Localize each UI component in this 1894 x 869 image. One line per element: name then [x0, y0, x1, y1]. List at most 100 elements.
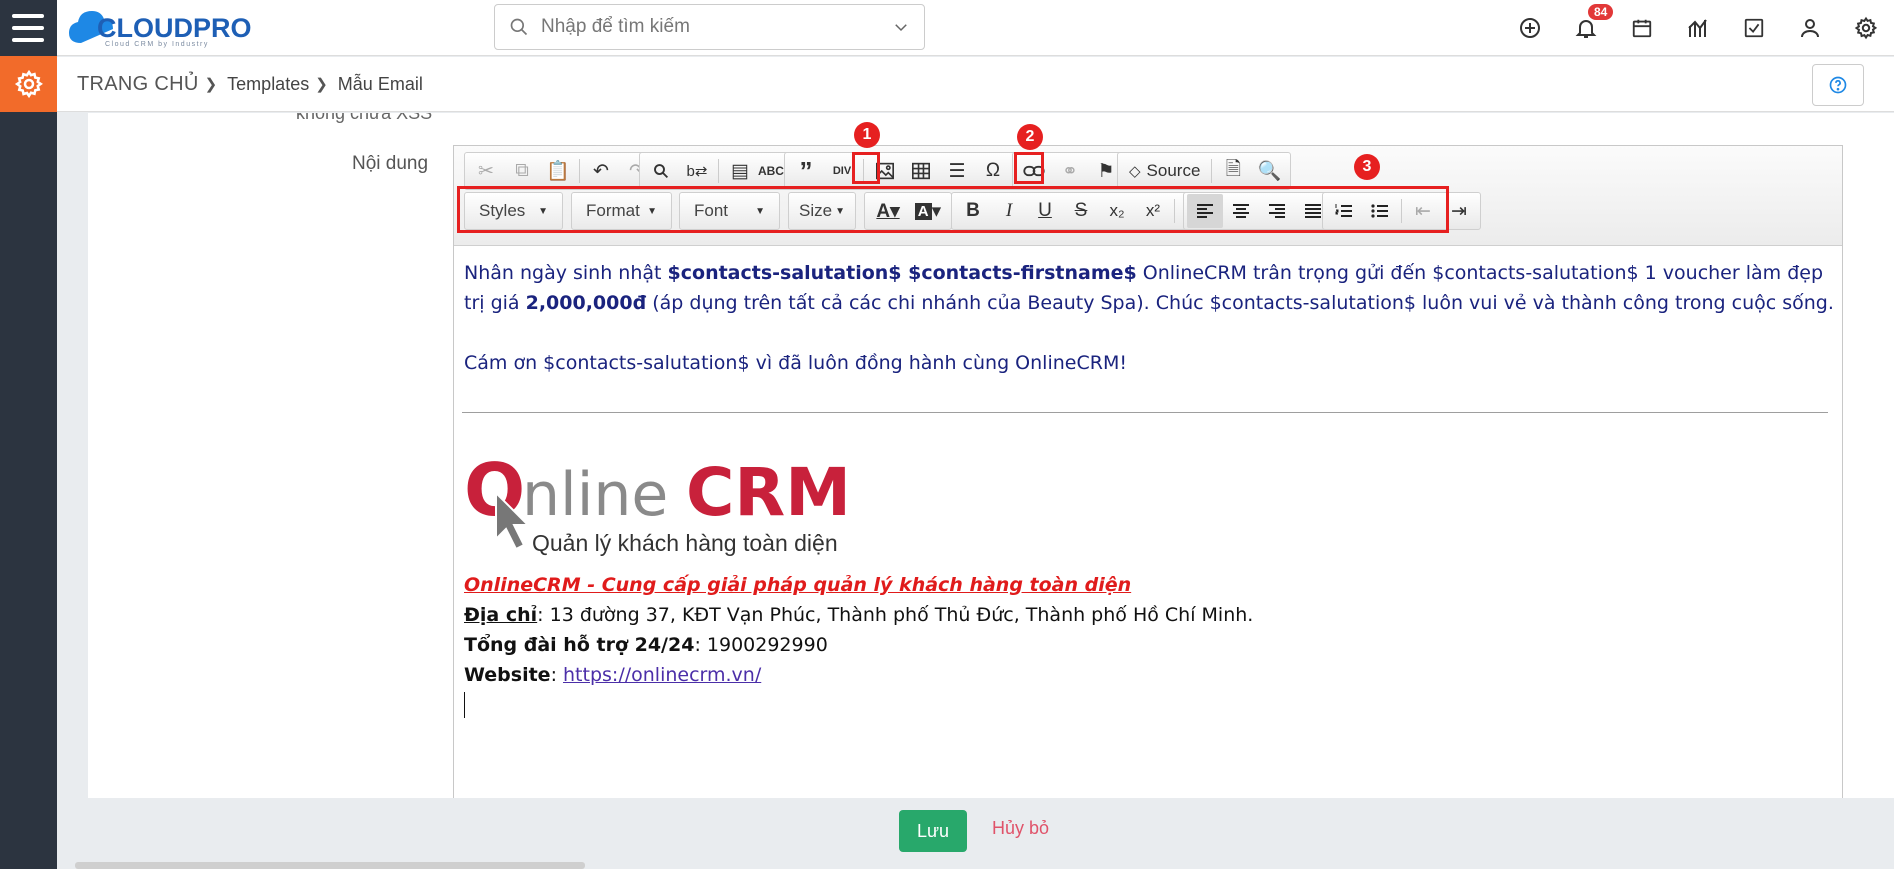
hotline-label: Tổng đài hỗ trợ 24/24: [464, 634, 695, 656]
magnifier-icon: [654, 164, 669, 179]
editor-content[interactable]: Nhân ngày sinh nhật $contacts-salutation…: [462, 258, 1834, 718]
toolbar-separator: [579, 159, 580, 183]
find-group: b⇄ ▤ ABC✓: [639, 152, 798, 190]
save-button[interactable]: Lưu: [899, 810, 967, 852]
settings-button[interactable]: [1838, 0, 1894, 56]
breadcrumb: TRANG CHỦ ❯ Templates ❯ Mẫu Email: [57, 57, 1894, 112]
source-button[interactable]: ◇ Source: [1121, 154, 1208, 188]
breadcrumb-templates[interactable]: Templates: [227, 74, 309, 95]
text-run: Nhân ngày sinh nhật: [464, 262, 668, 284]
source-icon: ◇: [1129, 163, 1141, 180]
replace-button[interactable]: b⇄: [679, 154, 715, 188]
notification-badge: 84: [1588, 4, 1614, 20]
brand-tagline: Quản lý khách hàng toàn diện: [532, 530, 838, 556]
editor-toolbar: ✂ ⧉ 📋 ↶ ↷ b⇄ ▤ ABC✓ ” DIV ☰ Ω ⚭ ⚑ ◇ Sour…: [454, 122, 1842, 246]
chevron-down-icon[interactable]: [892, 18, 910, 36]
plus-circle-icon: [1520, 18, 1540, 38]
form-panel: không chứa XSS Nội dung ✂ ⧉ 📋 ↶ ↷ b⇄ ▤ A…: [88, 113, 1894, 798]
blockquote-button[interactable]: ”: [788, 154, 824, 188]
user-icon: [1801, 19, 1819, 38]
breadcrumb-home[interactable]: TRANG CHỦ: [77, 73, 199, 96]
website-separator: :: [550, 664, 564, 686]
help-button[interactable]: [1812, 64, 1864, 106]
undo-button[interactable]: ↶: [583, 154, 619, 188]
table-button[interactable]: [903, 154, 939, 188]
table-icon: [912, 162, 930, 180]
annotation-box-format-row: [457, 186, 1449, 233]
content-paragraph-1: Nhân ngày sinh nhật $contacts-salutation…: [464, 258, 1834, 318]
horizontal-rule-button[interactable]: ☰: [939, 154, 975, 188]
voucher-value: 2,000,000đ: [525, 292, 647, 314]
help-icon: [1829, 76, 1847, 94]
brand-line: nline: [522, 460, 668, 530]
website-link[interactable]: https://onlinecrm.vn/: [563, 664, 761, 686]
toolbar-separator: [1211, 159, 1213, 183]
hotline-value: : 1900292990: [694, 634, 828, 656]
breadcrumb-current: Mẫu Email: [337, 73, 423, 94]
toolbar-separator: [718, 159, 719, 183]
signature-title: OnlineCRM - Cung cấp giải pháp quản lý k…: [464, 574, 1132, 596]
website-label: Website: [464, 664, 551, 686]
rich-text-editor: ✂ ⧉ 📋 ↶ ↷ b⇄ ▤ ABC✓ ” DIV ☰ Ω ⚭ ⚑ ◇ Sour…: [453, 122, 1843, 798]
annotation-number-1: 1: [854, 122, 880, 148]
calendar-icon: [1632, 19, 1652, 38]
preview-button[interactable]: 🔍: [1251, 154, 1287, 188]
cancel-link[interactable]: Hủy bỏ: [992, 818, 1049, 839]
onlinecrm-logo: O nline CRM Quản lý khách hàng toàn diện: [464, 448, 851, 556]
gear-icon: [14, 69, 43, 99]
paste-button[interactable]: 📋: [540, 154, 576, 188]
logo-tagline: Cloud CRM by Industry: [105, 41, 209, 48]
document-group: ◇ Source 🗎 🔍: [1117, 152, 1292, 190]
cloudpro-logo[interactable]: CLOUDPRO Cloud CRM by Industry: [67, 3, 277, 49]
signature-hotline: Tổng đài hỗ trợ 24/24: 1900292990: [464, 630, 1834, 660]
chevron-right-icon: ❯: [204, 76, 218, 93]
tasks-button[interactable]: [1726, 0, 1782, 56]
annotation-number-3: 3: [1354, 154, 1380, 180]
signature-address: Địa chỉ: 13 đường 37, KĐT Vạn Phúc, Thàn…: [464, 600, 1834, 630]
annotation-box-image: [852, 152, 880, 184]
text-cursor: [464, 692, 465, 718]
find-button[interactable]: [643, 154, 679, 188]
chevron-right-icon: ❯: [315, 76, 328, 93]
field-label-cut: không chứa XSS: [296, 113, 433, 123]
email-signature: O nline CRM Quản lý khách hàng toàn diện…: [464, 448, 1834, 718]
address-label: Địa chỉ: [464, 604, 538, 626]
horizontal-rule: [462, 412, 1828, 413]
search-box[interactable]: Nhập để tìm kiếm: [494, 4, 925, 50]
left-rail: [0, 0, 57, 869]
annotation-box-link: [1014, 152, 1044, 184]
clipboard-group: ✂ ⧉ 📋 ↶ ↷: [464, 152, 659, 190]
search-input[interactable]: Nhập để tìm kiếm: [541, 16, 892, 38]
notifications-button[interactable]: 84: [1558, 0, 1614, 56]
insert-group: ” DIV ☰ Ω ⇥: [784, 152, 1051, 190]
horizontal-scrollbar[interactable]: [75, 862, 585, 869]
source-label: Source: [1146, 161, 1201, 180]
cut-button[interactable]: ✂: [468, 154, 504, 188]
checkbox-icon: [1744, 18, 1764, 38]
menu-icon[interactable]: [12, 14, 44, 42]
content-field-label: Nội dung: [352, 153, 429, 174]
add-button[interactable]: [1502, 0, 1558, 56]
logo-text: CLOUDPRO: [97, 13, 252, 43]
chart-icon: [1688, 19, 1707, 37]
merge-field: $contacts-salutation$ $contacts-firstnam…: [667, 262, 1137, 284]
calendar-button[interactable]: [1614, 0, 1670, 56]
action-bar: Lưu Hủy bỏ: [57, 798, 1894, 862]
content-paragraph-2: Cám ơn $contacts-salutation$ vì đã luôn …: [464, 352, 1127, 374]
copy-button[interactable]: ⧉: [504, 154, 540, 188]
text-run: (áp dụng trên tất cả các chi nhánh của B…: [646, 292, 1834, 314]
brand-crm: CRM: [686, 454, 851, 531]
profile-button[interactable]: [1782, 0, 1838, 56]
annotation-number-2: 2: [1017, 124, 1043, 150]
unlink-button[interactable]: ⚭: [1052, 154, 1088, 188]
settings-rail-item[interactable]: [0, 56, 57, 112]
search-icon: [510, 18, 528, 36]
address-value: : 13 đường 37, KĐT Vạn Phúc, Thành phố T…: [537, 604, 1254, 626]
header-actions: 84: [1502, 0, 1894, 56]
signature-website: Website: https://onlinecrm.vn/: [464, 660, 1834, 690]
select-all-button[interactable]: ▤: [722, 154, 758, 188]
special-char-button[interactable]: Ω: [975, 154, 1011, 188]
template-button[interactable]: 🗎: [1215, 154, 1251, 188]
reports-button[interactable]: [1670, 0, 1726, 56]
gear-icon: [1854, 16, 1878, 40]
